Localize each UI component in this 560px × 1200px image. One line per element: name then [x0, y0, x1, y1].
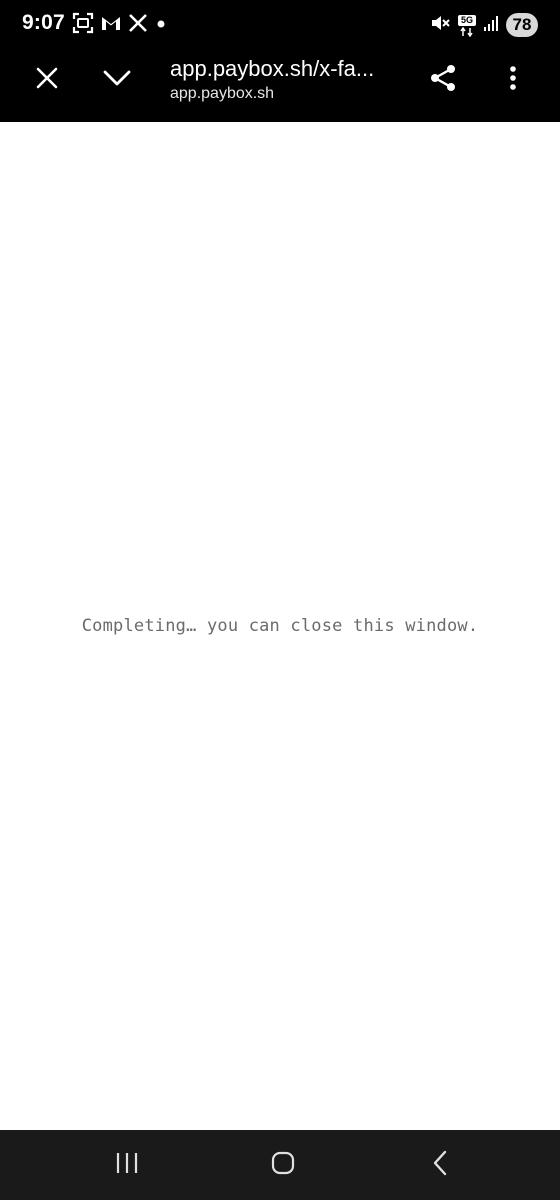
- home-icon: [270, 1150, 296, 1181]
- back-icon: [431, 1150, 449, 1181]
- url-domain: app.paybox.sh: [170, 85, 275, 102]
- recents-button[interactable]: [107, 1147, 147, 1183]
- url-bar[interactable]: app.paybox.sh/x-fa... app.paybox.sh: [170, 54, 400, 104]
- chevron-down-icon: [103, 69, 131, 92]
- navigation-bar: [0, 1130, 560, 1200]
- close-icon: [35, 66, 59, 95]
- status-left-icons: [72, 12, 168, 39]
- gmail-icon: [100, 13, 122, 38]
- network-5g-icon: 5G: [458, 13, 476, 37]
- custom-tab-toolbar: app.paybox.sh/x-fa... app.paybox.sh: [0, 50, 560, 122]
- network-label: 5G: [458, 15, 476, 26]
- completion-message: Completing… you can close this window.: [81, 616, 479, 636]
- url-title: app.paybox.sh/x-fa...: [170, 56, 375, 81]
- share-icon: [428, 63, 458, 98]
- close-tab-button[interactable]: [23, 56, 71, 104]
- status-bar: 9:07 5G 78: [0, 0, 560, 50]
- share-button[interactable]: [419, 56, 467, 104]
- signal-icon: [483, 14, 499, 37]
- mute-icon: [429, 12, 451, 39]
- more-vert-icon: [509, 65, 517, 96]
- x-app-icon: [128, 13, 148, 38]
- more-options-button[interactable]: [489, 56, 537, 104]
- home-button[interactable]: [263, 1147, 303, 1183]
- status-right-icons: 5G 78: [429, 12, 538, 38]
- notification-dot-icon: [154, 16, 168, 35]
- minimize-tab-button[interactable]: [93, 56, 141, 104]
- screenshot-icon: [72, 12, 94, 39]
- recents-icon: [114, 1151, 140, 1180]
- status-time: 9:07: [22, 11, 65, 34]
- page-content: Completing… you can close this window.: [0, 122, 560, 1130]
- back-button[interactable]: [420, 1147, 460, 1183]
- battery-indicator: 78: [506, 13, 538, 37]
- phone-screen: 9:07 5G 78 app.paybox.sh/x-fa... app.pay…: [0, 0, 560, 1200]
